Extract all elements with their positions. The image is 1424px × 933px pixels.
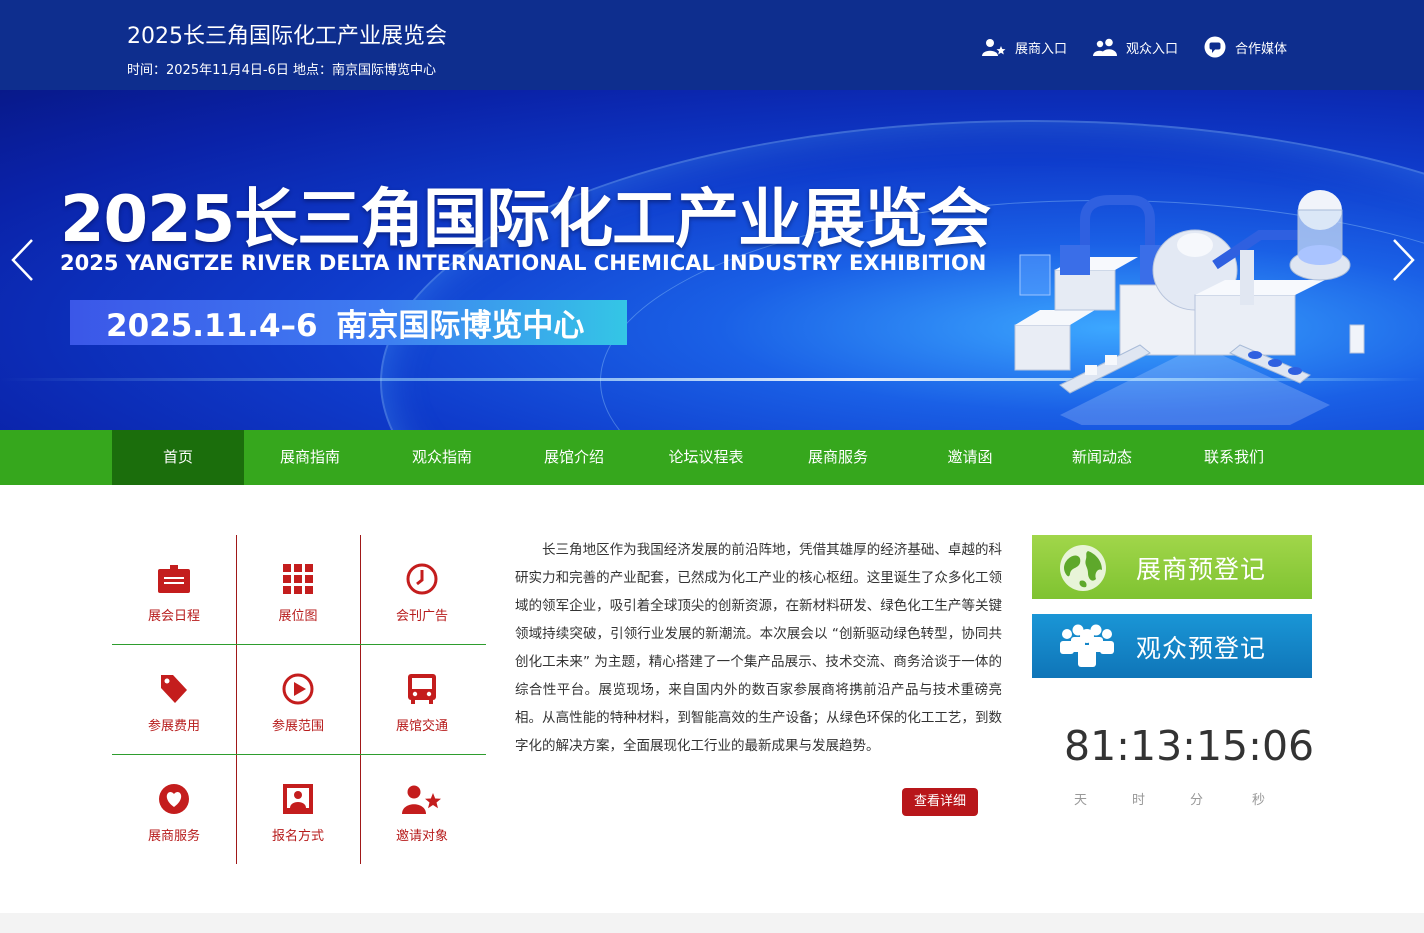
site-subtitle: 时间：2025年11月4日-6日 地点：南京国际博览中心 <box>127 63 436 78</box>
quick-link-label: 参展范围 <box>271 719 324 734</box>
nav-forum-agenda[interactable]: 论坛议程表 <box>640 430 772 485</box>
heart-icon <box>158 783 190 815</box>
site-header: 2025长三角国际化工产业展览会 时间：2025年11月4日-6日 地点：南京国… <box>0 0 1424 90</box>
nav-exhibitor-guide[interactable]: 展商指南 <box>244 430 376 485</box>
play-icon <box>282 673 314 705</box>
countdown-unit-minutes: 分 <box>1190 793 1204 808</box>
clock-icon <box>406 563 438 595</box>
quick-links-grid: 展会日程 展位图 会刊广告 参展费用 参展范围 展馆交通 展商服务 报名方式 邀… <box>112 535 486 864</box>
countdown-timer: 81:13:15:06 <box>1064 722 1315 770</box>
quick-link-scope[interactable]: 参展范围 <box>236 645 360 754</box>
main-nav: 首页 展商指南 观众指南 展馆介绍 论坛议程表 展商服务 邀请函 新闻动态 联系… <box>0 430 1424 485</box>
exhibition-intro: 长三角地区作为我国经济发展的前沿阵地，凭借其雄厚的经济基础、卓越的科研实力和完善… <box>515 542 1002 754</box>
footer-strip <box>0 913 1424 933</box>
banner-date-venue: 2025.11.4–6 南京国际博览中心 <box>70 300 627 345</box>
media-partners-label: 合作媒体 <box>1234 41 1287 57</box>
quick-link-label: 展位图 <box>278 609 318 624</box>
exhibitor-preregister-button[interactable]: 展商预登记 <box>1032 535 1312 599</box>
nav-venue-intro[interactable]: 展馆介绍 <box>508 430 640 485</box>
hero-banner[interactable]: 2025长三角国际化工产业展览会 2025 YANGTZE RIVER DELT… <box>0 90 1424 430</box>
portrait-icon <box>282 783 314 815</box>
quick-link-label: 会刊广告 <box>395 609 448 624</box>
calendar-icon <box>157 563 191 595</box>
countdown-unit-hours: 时 <box>1132 793 1146 808</box>
quick-link-floorplan[interactable]: 展位图 <box>236 535 360 644</box>
banner-title: 2025长三角国际化工产业展览会 <box>60 183 991 257</box>
group-icon <box>1058 622 1116 674</box>
nav-home[interactable]: 首页 <box>112 430 244 485</box>
exhibitor-entry-link[interactable]: 展商入口 <box>981 36 1067 58</box>
top-links: 展商入口 观众入口 合作媒体 <box>981 36 1287 58</box>
nav-visitor-guide[interactable]: 观众指南 <box>376 430 508 485</box>
visitor-preregister-label: 观众预登记 <box>1136 634 1267 663</box>
quick-link-invitees[interactable]: 邀请对象 <box>360 755 484 864</box>
site-title[interactable]: 2025长三角国际化工产业展览会 <box>127 18 447 50</box>
exhibitor-preregister-label: 展商预登记 <box>1136 555 1267 584</box>
bus-icon <box>407 673 437 705</box>
visitor-entry-link[interactable]: 观众入口 <box>1092 36 1178 58</box>
visitors-icon <box>1092 38 1117 56</box>
banner-english-title: 2025 YANGTZE RIVER DELTA INTERNATIONAL C… <box>60 251 987 275</box>
nav-exhibitor-services[interactable]: 展商服务 <box>772 430 904 485</box>
quick-link-transport[interactable]: 展馆交通 <box>360 645 484 754</box>
quick-link-label: 邀请对象 <box>395 829 448 844</box>
quick-link-registration[interactable]: 报名方式 <box>236 755 360 864</box>
countdown-unit-seconds: 秒 <box>1252 793 1266 808</box>
person-star-icon <box>402 783 442 815</box>
quick-link-fees[interactable]: 参展费用 <box>112 645 236 754</box>
grid-icon <box>282 563 314 595</box>
nav-invitation[interactable]: 邀请函 <box>904 430 1036 485</box>
quick-link-label: 展馆交通 <box>395 719 448 734</box>
quick-link-label: 展商服务 <box>147 829 200 844</box>
globe-icon <box>1058 543 1108 597</box>
chemical-plant-illustration <box>1014 190 1365 425</box>
chat-bubble-icon <box>1204 36 1226 58</box>
quick-link-label: 展会日程 <box>147 609 200 624</box>
quick-link-exhibitor-services[interactable]: 展商服务 <box>112 755 236 864</box>
exhibitor-entry-label: 展商入口 <box>1014 41 1067 57</box>
quick-link-catalogue-ads[interactable]: 会刊广告 <box>360 535 484 644</box>
quick-link-label: 参展费用 <box>147 719 200 734</box>
quick-link-label: 报名方式 <box>271 829 324 844</box>
price-tag-icon <box>159 673 189 705</box>
visitor-entry-label: 观众入口 <box>1125 41 1178 57</box>
nav-news[interactable]: 新闻动态 <box>1036 430 1168 485</box>
countdown-unit-days: 天 <box>1074 793 1088 808</box>
visitor-preregister-button[interactable]: 观众预登记 <box>1032 614 1312 678</box>
banner-prev-arrow[interactable] <box>8 237 38 283</box>
quick-link-schedule[interactable]: 展会日程 <box>112 535 236 644</box>
media-partners-link[interactable]: 合作媒体 <box>1204 36 1287 58</box>
banner-next-arrow[interactable] <box>1388 237 1418 283</box>
nav-contact[interactable]: 联系我们 <box>1168 430 1300 485</box>
exhibitor-star-icon <box>981 38 1006 56</box>
view-details-button[interactable]: 查看详细 <box>902 788 978 816</box>
